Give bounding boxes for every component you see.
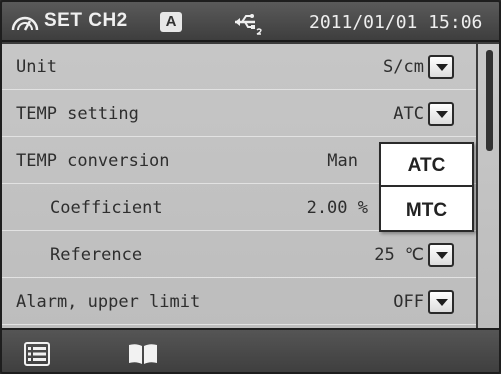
setting-value: 25 ℃ [374, 245, 424, 265]
device-screen: SET CH2 A 2011/01/01 15:06 Unit S/cm TEM… [0, 0, 501, 374]
setting-label: TEMP setting [16, 104, 139, 124]
scrollbar[interactable] [478, 44, 499, 328]
setting-value: ATC [393, 104, 424, 124]
setting-label: Alarm, upper limit [16, 292, 201, 312]
meter-gauge-icon [11, 16, 39, 31]
channel-badge: A [160, 12, 182, 32]
setting-label: TEMP conversion [16, 151, 170, 171]
setting-value: OFF [393, 292, 424, 312]
setting-value: Man [327, 151, 358, 171]
screen-title: SET CH2 [44, 10, 128, 31]
datetime-display: 2011/01/01 15:06 [309, 12, 483, 33]
setting-label: Reference [50, 245, 143, 265]
setting-value: 2.00 % [306, 198, 368, 218]
setting-label: Unit [16, 57, 57, 77]
popup-option-mtc[interactable]: MTC [381, 189, 472, 232]
dropdown-arrow-icon[interactable] [428, 290, 454, 314]
status-bar: SET CH2 A 2011/01/01 15:06 [2, 2, 499, 42]
setting-row-alarm-upper-limit[interactable]: Alarm, upper limit OFF [2, 279, 476, 325]
bottom-toolbar [2, 328, 499, 372]
popup-option-atc[interactable]: ATC [381, 144, 472, 187]
setting-value: S/cm [383, 57, 424, 77]
scrollbar-thumb[interactable] [486, 50, 493, 151]
temp-conversion-popup: ATC MTC [379, 142, 474, 232]
setting-row-unit[interactable]: Unit S/cm [2, 44, 476, 90]
dropdown-arrow-icon[interactable] [428, 55, 454, 79]
usb-icon [235, 14, 262, 35]
setting-row-reference[interactable]: Reference 25 ℃ [2, 232, 476, 278]
setting-label: Coefficient [50, 198, 163, 218]
dropdown-arrow-icon[interactable] [428, 102, 454, 126]
dropdown-arrow-icon[interactable] [428, 243, 454, 267]
setting-row-temp-setting[interactable]: TEMP setting ATC [2, 91, 476, 137]
book-icon[interactable] [128, 343, 158, 365]
list-icon[interactable] [24, 342, 50, 366]
